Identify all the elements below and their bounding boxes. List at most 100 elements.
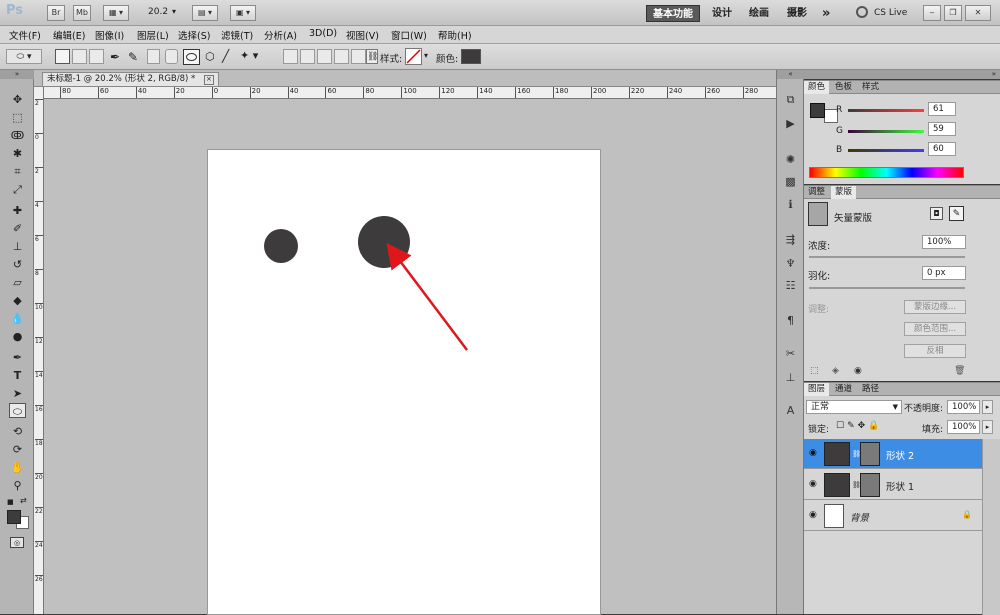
delete-mask-icon[interactable]: 🗑: [954, 366, 965, 376]
eye-icon[interactable]: ◉: [809, 448, 819, 458]
freeform-pen-icon[interactable]: ✎: [128, 50, 138, 64]
add-to-shape-button[interactable]: [300, 49, 315, 64]
r-value-field[interactable]: 61: [928, 102, 956, 116]
crop-tool-icon[interactable]: ⌗: [9, 164, 26, 179]
tools-preset-icon[interactable]: ✂: [782, 346, 799, 362]
default-colors-icon[interactable]: ■: [7, 498, 14, 506]
screen-mode-menu[interactable]: ▣ ▾: [230, 5, 256, 21]
menu-window[interactable]: 窗口(W): [391, 28, 427, 42]
measurement-icon[interactable]: ☷: [782, 278, 799, 294]
tab-color[interactable]: 颜色: [804, 81, 830, 94]
clone-stamp-tool-icon[interactable]: ⊥: [9, 239, 26, 254]
pen-tool-icon[interactable]: ✒: [110, 50, 120, 64]
vector-mask-icon[interactable]: ✎: [949, 206, 964, 221]
tool-preset-picker[interactable]: ⬭ ▾: [6, 49, 42, 64]
menu-layer[interactable]: 图层(L): [137, 28, 169, 42]
line-shape-icon[interactable]: ╱: [222, 49, 229, 63]
pixel-mask-icon[interactable]: ◘: [930, 207, 943, 220]
type-tool-icon[interactable]: T: [9, 368, 26, 383]
r-slider[interactable]: [848, 109, 924, 112]
apply-mask-icon[interactable]: ◈: [832, 366, 839, 376]
layer-row-background[interactable]: ◉ 背景 🔒: [804, 501, 982, 531]
info-panel-icon[interactable]: ℹ: [782, 197, 799, 213]
lock-icons[interactable]: ☐✎✥🔒: [836, 421, 882, 431]
chevron-right-icon[interactable]: ▸: [982, 400, 993, 414]
style-picker[interactable]: [405, 48, 422, 65]
more-workspaces-button[interactable]: »: [816, 5, 836, 22]
dock-collapse-icon[interactable]: «: [777, 70, 804, 79]
feather-slider[interactable]: [809, 287, 965, 289]
link-icon[interactable]: ⛓: [366, 49, 378, 64]
shape-layers-mode-button[interactable]: [55, 49, 70, 64]
chevron-down-icon[interactable]: ▾: [172, 7, 176, 16]
tab-paths[interactable]: 路径: [858, 383, 883, 396]
quick-selection-tool-icon[interactable]: ✱: [9, 146, 26, 161]
lasso-tool-icon[interactable]: ↂ: [9, 128, 26, 143]
new-shape-layer-button[interactable]: [283, 49, 298, 64]
opacity-field[interactable]: 100%: [947, 400, 980, 414]
paths-mode-button[interactable]: [72, 49, 87, 64]
cs-live-icon[interactable]: [856, 6, 868, 18]
cs-live-label[interactable]: CS Live: [874, 8, 907, 18]
bridge-button[interactable]: Br: [47, 5, 65, 21]
mask-edge-button[interactable]: 蒙版边缘...: [904, 300, 966, 314]
adjust-icon[interactable]: ⇶: [782, 232, 799, 248]
workspace-painting[interactable]: 绘画: [743, 5, 775, 22]
menu-file[interactable]: 文件(F): [9, 28, 41, 42]
ellipse-shape-button[interactable]: [183, 49, 200, 65]
subtract-shape-button[interactable]: [317, 49, 332, 64]
menu-image[interactable]: 图像(I): [95, 28, 124, 42]
layers-scrollbar[interactable]: [982, 439, 1000, 615]
rounded-rectangle-shape-button[interactable]: [165, 49, 178, 64]
polygon-shape-icon[interactable]: ⬡: [205, 50, 215, 63]
stamp-panel-icon[interactable]: ⊥: [782, 370, 799, 386]
eraser-tool-icon[interactable]: ▱: [9, 275, 26, 290]
b-slider[interactable]: [848, 149, 924, 152]
3d-orbit-tool-icon[interactable]: ⟳: [9, 442, 26, 457]
workspace-design[interactable]: 设计: [706, 5, 738, 22]
history-brush-tool-icon[interactable]: ↺: [9, 257, 26, 272]
mini-bridge-button[interactable]: Mb: [73, 5, 91, 21]
custom-shape-icon[interactable]: ✦ ▾: [240, 49, 258, 62]
b-value-field[interactable]: 60: [928, 142, 956, 156]
menu-filter[interactable]: 滤镜(T): [221, 28, 253, 42]
shape-color-swatch[interactable]: [461, 49, 481, 64]
clone-source-icon[interactable]: ▩: [782, 174, 799, 190]
g-value-field[interactable]: 59: [928, 122, 956, 136]
eye-icon[interactable]: ◉: [809, 479, 819, 489]
panel-collapse-icon[interactable]: »: [0, 70, 34, 79]
menu-3d[interactable]: 3D(D): [309, 28, 337, 39]
character-panel-icon[interactable]: A: [782, 403, 799, 419]
brush-tool-icon[interactable]: ✐: [9, 221, 26, 236]
workspace-photography[interactable]: 摄影: [781, 5, 813, 22]
chevron-right-icon[interactable]: ▸: [982, 420, 993, 434]
path-selection-tool-icon[interactable]: ➤: [9, 386, 26, 401]
tab-styles[interactable]: 样式: [858, 81, 883, 94]
move-tool-icon[interactable]: ✥: [9, 92, 26, 107]
color-range-button[interactable]: 颜色范围...: [904, 322, 966, 336]
foreground-color-swatch[interactable]: [810, 103, 825, 118]
document-canvas[interactable]: [208, 150, 600, 614]
eye-icon[interactable]: ◉: [809, 510, 819, 520]
3d-rotate-tool-icon[interactable]: ⟲: [9, 424, 26, 439]
rectangle-shape-button[interactable]: [147, 49, 160, 64]
fill-field[interactable]: 100%: [947, 420, 980, 434]
g-slider[interactable]: [848, 130, 924, 133]
swap-colors-icon[interactable]: ⇄: [20, 496, 27, 505]
eyedropper-tool-icon[interactable]: ⤢: [9, 182, 26, 197]
vector-mask-thumbnail[interactable]: [860, 442, 880, 466]
view-extras-menu[interactable]: ▦ ▾: [103, 5, 129, 21]
close-tab-icon[interactable]: ×: [203, 75, 214, 85]
workspace-essentials[interactable]: 基本功能: [646, 5, 700, 22]
tab-layers[interactable]: 图层: [804, 383, 830, 396]
paint-bucket-tool-icon[interactable]: ◆: [9, 293, 26, 308]
tab-channels[interactable]: 通道: [831, 383, 856, 396]
quick-mask-icon[interactable]: ◎: [10, 537, 24, 548]
panels-collapse-icon[interactable]: »: [804, 70, 1000, 79]
visibility-icon[interactable]: ◉: [854, 366, 862, 376]
document-tab[interactable]: 未标题-1 @ 20.2% (形状 2, RGB/8) * ×: [42, 72, 219, 86]
layer-name[interactable]: 形状 2: [886, 448, 914, 462]
ellipse-tool-icon[interactable]: ⬭: [9, 403, 26, 418]
chevron-down-icon[interactable]: ▾: [424, 51, 428, 60]
healing-brush-tool-icon[interactable]: ✚: [9, 203, 26, 218]
